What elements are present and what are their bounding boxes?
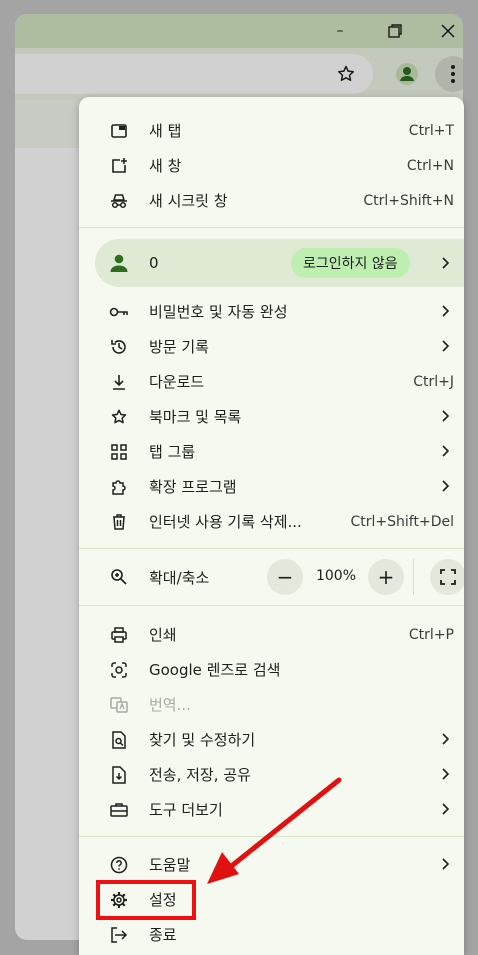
annotation-arrow xyxy=(207,777,342,884)
